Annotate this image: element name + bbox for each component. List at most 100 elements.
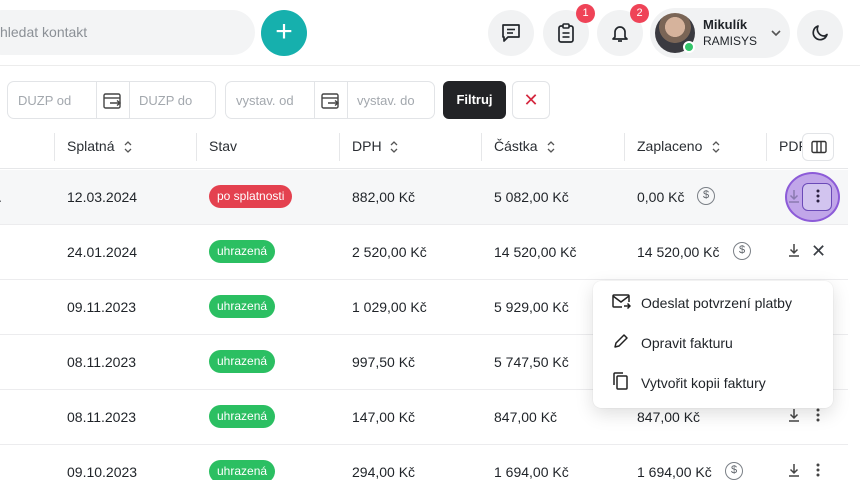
column-separator xyxy=(766,133,767,161)
row-context-menu: Odeslat potvrzení platby Opravit fakturu… xyxy=(593,281,833,408)
chat-icon xyxy=(502,24,520,42)
filter-button[interactable]: Filtruj xyxy=(443,81,506,119)
cell-vat: 294,00 Kč xyxy=(352,464,416,480)
duzp-range-filter: DUZP od DUZP do xyxy=(7,81,216,119)
online-indicator xyxy=(683,41,695,53)
status-badge: uhrazená xyxy=(209,350,276,373)
cell-due: 12.03.2024 xyxy=(67,189,138,205)
issued-to-input[interactable]: vystav. do xyxy=(357,93,415,108)
theme-toggle-button[interactable] xyxy=(797,10,843,56)
kebab-icon[interactable] xyxy=(811,407,825,423)
tasks-badge: 1 xyxy=(576,4,595,23)
header-vat[interactable]: DPH xyxy=(352,138,382,154)
issued-range-filter: vystav. od vystav. do xyxy=(225,81,435,119)
payment-icon[interactable]: $ xyxy=(733,242,751,260)
cell-amount: 1 694,00 Kč xyxy=(494,464,569,480)
add-button[interactable]: + xyxy=(261,10,307,56)
menu-item-label: Odeslat potvrzení platby xyxy=(641,295,792,311)
download-icon[interactable] xyxy=(787,188,801,204)
invoice-list-screen: hledat kontakt + 1 2 Mikulík RAMISYS DUZ… xyxy=(0,0,860,480)
menu-item-edit-invoice[interactable]: Opravit fakturu xyxy=(611,331,826,355)
menu-item-send-payment-confirmation[interactable]: Odeslat potvrzení platby xyxy=(611,291,826,315)
payment-icon[interactable]: $ xyxy=(725,462,743,480)
kebab-icon xyxy=(816,189,820,203)
tasks-button[interactable]: 1 xyxy=(543,4,595,56)
cell-due: 09.11.2023 xyxy=(67,299,137,315)
cell-amount: 14 520,00 Kč xyxy=(494,244,577,260)
status-badge: uhrazená xyxy=(209,405,276,428)
kebab-icon[interactable] xyxy=(811,462,825,478)
columns-icon xyxy=(811,140,827,154)
status-badge: uhrazená xyxy=(209,295,276,318)
menu-item-label: Opravit fakturu xyxy=(641,335,733,351)
header-paid[interactable]: Zaplaceno xyxy=(637,138,702,154)
cell-due: 09.10.2023 xyxy=(67,464,138,480)
sort-icon[interactable] xyxy=(545,139,557,155)
columns-toggle-button[interactable] xyxy=(802,133,834,161)
notifications-badge: 2 xyxy=(630,4,649,23)
close-icon[interactable]: ✕ xyxy=(811,241,826,262)
sort-icon[interactable] xyxy=(122,139,134,155)
cell-due: 24.01.2024 xyxy=(67,244,138,260)
status-badge: uhrazená xyxy=(209,460,276,480)
row-marker: . xyxy=(0,189,2,205)
cell-due: 08.11.2023 xyxy=(67,409,137,425)
issued-from-input[interactable]: vystav. od xyxy=(236,93,294,108)
cell-due: 08.11.2023 xyxy=(67,354,137,370)
cell-amount: 847,00 Kč xyxy=(494,409,558,425)
chevron-down-icon xyxy=(771,30,781,37)
duzp-from-input[interactable]: DUZP od xyxy=(18,93,71,108)
divider xyxy=(314,82,315,118)
table-header: Splatná Stav DPH Částka Zaplaceno PDF xyxy=(0,125,848,169)
divider xyxy=(347,82,348,118)
column-separator xyxy=(624,133,625,161)
menu-item-copy-invoice[interactable]: Vytvořit kopii faktury xyxy=(611,371,826,395)
header-due[interactable]: Splatná xyxy=(67,138,114,154)
table-row[interactable]: . 12.03.2024 po splatnosti 882,00 Kč 5 0… xyxy=(0,170,848,225)
column-separator xyxy=(54,133,55,161)
cell-amount: 5 082,00 Kč xyxy=(494,189,569,205)
payment-icon[interactable]: $ xyxy=(697,187,715,205)
clipboard-icon xyxy=(558,23,574,43)
mail-send-icon xyxy=(612,294,631,310)
cell-paid: 1 694,00 Kč xyxy=(637,464,712,480)
cell-vat: 997,50 Kč xyxy=(352,354,416,370)
user-name: Mikulík xyxy=(703,17,748,32)
pencil-icon xyxy=(614,334,628,348)
table-row[interactable]: 24.01.2024 uhrazená 2 520,00 Kč 14 520,0… xyxy=(0,225,848,280)
messages-button[interactable] xyxy=(488,10,534,56)
notifications-button[interactable]: 2 xyxy=(597,4,649,56)
clear-filter-button[interactable]: ✕ xyxy=(512,81,550,119)
download-icon[interactable] xyxy=(787,407,801,423)
cell-vat: 147,00 Kč xyxy=(352,409,416,425)
header-status[interactable]: Stav xyxy=(209,138,237,154)
cell-paid: 0,00 Kč xyxy=(637,189,685,205)
column-separator xyxy=(339,133,340,161)
status-badge: uhrazená xyxy=(209,240,276,263)
sort-icon[interactable] xyxy=(710,139,722,155)
download-icon[interactable] xyxy=(787,462,801,478)
cell-amount: 5 929,00 Kč xyxy=(494,299,569,315)
user-menu[interactable]: Mikulík RAMISYS xyxy=(650,8,790,58)
moon-icon xyxy=(812,25,828,41)
divider xyxy=(96,82,97,118)
cell-vat: 2 520,00 Kč xyxy=(352,244,427,260)
column-separator xyxy=(481,133,482,161)
table-row[interactable]: 09.10.2023 uhrazená 294,00 Kč 1 694,00 K… xyxy=(0,445,848,480)
contact-search-input[interactable]: hledat kontakt xyxy=(0,10,255,55)
top-bar: hledat kontakt + 1 2 Mikulík RAMISYS xyxy=(0,0,860,66)
menu-item-label: Vytvořit kopii faktury xyxy=(641,375,766,391)
column-separator xyxy=(196,133,197,161)
search-placeholder: hledat kontakt xyxy=(0,24,88,40)
download-icon[interactable] xyxy=(787,242,801,258)
cell-vat: 1 029,00 Kč xyxy=(352,299,427,315)
cell-paid: 14 520,00 Kč xyxy=(637,244,720,260)
duzp-to-input[interactable]: DUZP do xyxy=(139,93,192,108)
status-badge: po splatnosti xyxy=(209,185,293,208)
sort-icon[interactable] xyxy=(388,139,400,155)
user-company: RAMISYS xyxy=(703,34,758,48)
calendar-range-icon[interactable] xyxy=(102,91,124,111)
header-amount[interactable]: Částka xyxy=(494,138,538,154)
bell-icon xyxy=(612,26,628,42)
calendar-range-icon[interactable] xyxy=(320,91,342,111)
